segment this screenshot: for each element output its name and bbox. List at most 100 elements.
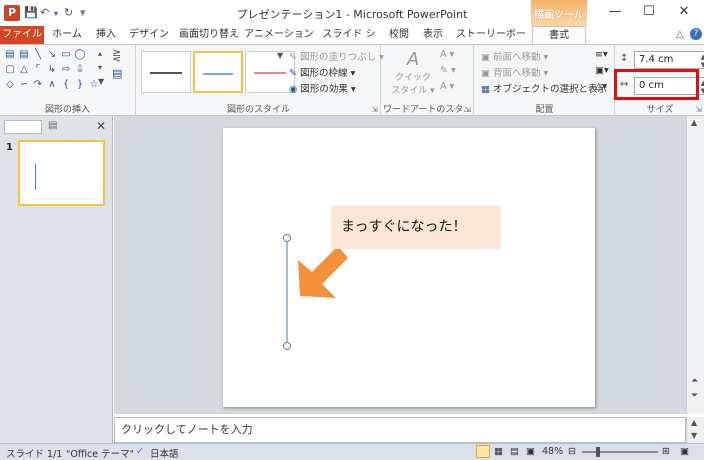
rectangle-shape-icon[interactable]: ▭ <box>60 49 72 61</box>
wordart-launcher-icon[interactable]: ⇲ <box>464 105 471 114</box>
notes-scrollbar[interactable]: ▲ ▼ <box>686 417 704 443</box>
group-label-arrange: 配置 <box>535 105 554 115</box>
gallery-scroll-up-icon[interactable]: ▴ <box>98 49 102 58</box>
arrow-line-shape-icon[interactable]: ↘ <box>46 49 58 61</box>
tab-review[interactable]: 校閲 <box>384 26 414 44</box>
notes-scroll-down-icon[interactable]: ▼ <box>691 431 697 440</box>
zoom-slider[interactable] <box>582 447 658 457</box>
tab-slides[interactable] <box>4 120 42 134</box>
height-input[interactable]: 7.4 cm ▲ ▼ <box>634 51 704 69</box>
triangle-shape-icon[interactable]: △ <box>18 64 30 76</box>
group-objects-icon[interactable]: ▣▾ <box>595 65 609 76</box>
group-label-insert-shapes: 図形の挿入 <box>44 105 90 115</box>
selection-pane-button[interactable]: ▦ オブジェクトの選択と表示 <box>481 81 607 95</box>
height-spin-up-icon[interactable]: ▲ <box>701 53 704 61</box>
tab-home[interactable]: ホーム <box>48 26 86 44</box>
status-theme: "Office テーマ" <box>66 449 134 460</box>
notes-pane[interactable]: クリックしてノートを入力 <box>114 417 686 443</box>
wordart-a-icon: A <box>406 49 420 70</box>
slide-canvas[interactable] <box>223 128 595 407</box>
zoom-in-icon[interactable]: ⊞ <box>662 446 670 457</box>
right-brace-shape-icon[interactable]: } <box>74 79 86 91</box>
curve-shape-icon[interactable]: ∽ <box>18 79 30 91</box>
line-shape-icon[interactable]: ╲ <box>32 49 44 61</box>
shape-effects-button[interactable]: ◉ 図形の効果 ▾ <box>289 81 356 95</box>
freeform-shape-icon[interactable]: ↷ <box>32 79 44 91</box>
prev-slide-icon[interactable]: ⏶ <box>691 376 698 386</box>
slide-thumbnail[interactable] <box>18 140 105 206</box>
quick-style-button[interactable]: A クイック スタイル ▾ <box>390 49 436 99</box>
scroll-up-icon[interactable]: ▲ <box>691 118 697 127</box>
vertical-scrollbar[interactable]: ▲ ⏶ ⏷ <box>686 116 704 414</box>
reading-view-icon[interactable]: ▤ <box>510 446 519 457</box>
slide-sorter-icon[interactable]: ▦ <box>494 446 503 457</box>
vertical-textbox-shape-icon[interactable]: ▤ <box>18 49 30 61</box>
outline-tab-icon[interactable]: ▤ <box>48 120 57 131</box>
elbow-connector-shape-icon[interactable]: ⌜ <box>32 64 44 76</box>
shape-fill-button[interactable]: ✎ 図形の塗りつぶし ▾ <box>289 49 384 63</box>
text-fill-icon[interactable]: A ▾ <box>440 49 454 60</box>
shape-style-red[interactable] <box>245 51 295 93</box>
close-panel-icon[interactable]: ✕ <box>96 119 106 133</box>
oval-shape-icon[interactable]: ◯ <box>74 49 86 61</box>
help-icon[interactable]: ? <box>690 28 702 40</box>
status-zoom[interactable]: 48% <box>542 446 563 457</box>
text-outline-icon[interactable]: ✎ ▾ <box>440 65 456 76</box>
tab-insert[interactable]: 挿入 <box>90 26 122 44</box>
tab-format[interactable]: 書式 <box>532 26 586 45</box>
textbox-shape-icon[interactable]: ▤ <box>4 49 16 61</box>
shapes-gallery[interactable]: ▤ ▤ ╲ ↘ ▭ ◯ ▢ △ ⌜ ↳ ⇨ ⇩ ◇ ∽ ↷ ∧ { } ☆ <box>4 49 104 97</box>
align-icon[interactable]: ≡▾ <box>595 49 608 60</box>
textbox-icon[interactable]: ▤ <box>112 67 122 80</box>
tab-file[interactable]: ファイル <box>0 26 44 44</box>
left-brace-shape-icon[interactable]: { <box>60 79 72 91</box>
tab-animations[interactable]: アニメーション <box>244 26 314 44</box>
tab-storyboard[interactable]: ストーリーボード <box>452 26 530 58</box>
status-language[interactable]: 日本語 <box>150 446 179 460</box>
status-slide-count: スライド 1/1 <box>6 449 63 460</box>
fit-to-window-icon[interactable]: ▣ <box>680 446 689 457</box>
title-bar: P 💾 ↶ ▾ ↻ ▾ プレゼンテーション1 - Microsoft Power… <box>0 0 704 26</box>
group-insert-shapes: ▤ ▤ ╲ ↘ ▭ ◯ ▢ △ ⌜ ↳ ⇨ ⇩ ◇ ∽ ↷ ∧ { } ☆ ▴ … <box>0 45 136 116</box>
size-launcher-icon[interactable]: ⇲ <box>695 105 702 114</box>
width-spin-down-icon[interactable]: ▼ <box>701 87 704 95</box>
ribbon-minimize-icon[interactable]: △ <box>676 29 684 40</box>
chevron-shape-icon[interactable]: ∧ <box>46 79 58 91</box>
tab-transitions[interactable]: 画面切り替え <box>176 26 242 44</box>
close-icon[interactable]: ✕ <box>667 3 701 23</box>
elbow-arrow-shape-icon[interactable]: ↳ <box>46 64 58 76</box>
zoom-slider-thumb[interactable] <box>596 447 600 457</box>
text-effects-icon[interactable]: A ▾ <box>440 81 454 92</box>
shape-style-dark[interactable] <box>141 51 191 93</box>
group-wordart-styles: A クイック スタイル ▾ A ▾ ✎ ▾ A ▾ ワードアートのスタ... ⇲ <box>382 45 474 116</box>
maximize-icon[interactable]: ☐ <box>632 3 666 23</box>
status-bar: スライド 1/1 "Office テーマ" ✓ 日本語 ▦ ▤ ▣ 48% ⊟ … <box>0 443 704 460</box>
notes-scroll-up-icon[interactable]: ▲ <box>691 418 697 427</box>
gallery-scroll-down-icon[interactable]: ▾ <box>98 63 102 72</box>
gallery-more-icon[interactable]: ▼ <box>98 77 104 86</box>
pentagon-shape-icon[interactable]: ◇ <box>4 79 16 91</box>
send-backward-button[interactable]: ▣ 背面へ移動 ▾ <box>481 65 548 79</box>
height-spin-down-icon[interactable]: ▼ <box>701 61 704 69</box>
spellcheck-icon[interactable]: ✓ <box>136 446 144 457</box>
minimize-icon[interactable]: — <box>598 3 632 23</box>
edit-shape-icon[interactable]: ⋛ <box>112 49 121 62</box>
bring-forward-button[interactable]: ▣ 前面へ移動 ▾ <box>481 49 548 63</box>
tab-view[interactable]: 表示 <box>418 26 448 44</box>
rounded-rect-shape-icon[interactable]: ▢ <box>4 64 16 76</box>
style-gallery-more-icon[interactable]: ▼ <box>277 51 283 60</box>
callout-text-box[interactable]: まっすぐになった！ <box>331 206 501 249</box>
zoom-out-icon[interactable]: ⊟ <box>568 446 576 457</box>
down-arrow-shape-icon[interactable]: ⇩ <box>74 64 86 76</box>
width-spin-up-icon[interactable]: ▲ <box>701 79 704 87</box>
rotate-icon[interactable]: △▾ <box>595 81 607 92</box>
shape-outline-button[interactable]: ✎ 図形の枠線 ▾ <box>289 65 355 79</box>
tab-design[interactable]: デザイン <box>126 26 172 44</box>
shape-style-blue[interactable] <box>193 51 243 93</box>
tab-slideshow[interactable]: スライド ショー <box>318 26 380 58</box>
right-arrow-shape-icon[interactable]: ⇨ <box>60 64 72 76</box>
slideshow-icon[interactable]: ▣ <box>526 446 535 457</box>
shape-styles-launcher-icon[interactable]: ⇲ <box>371 105 378 114</box>
normal-view-icon[interactable] <box>476 445 490 458</box>
next-slide-icon[interactable]: ⏷ <box>691 391 698 401</box>
